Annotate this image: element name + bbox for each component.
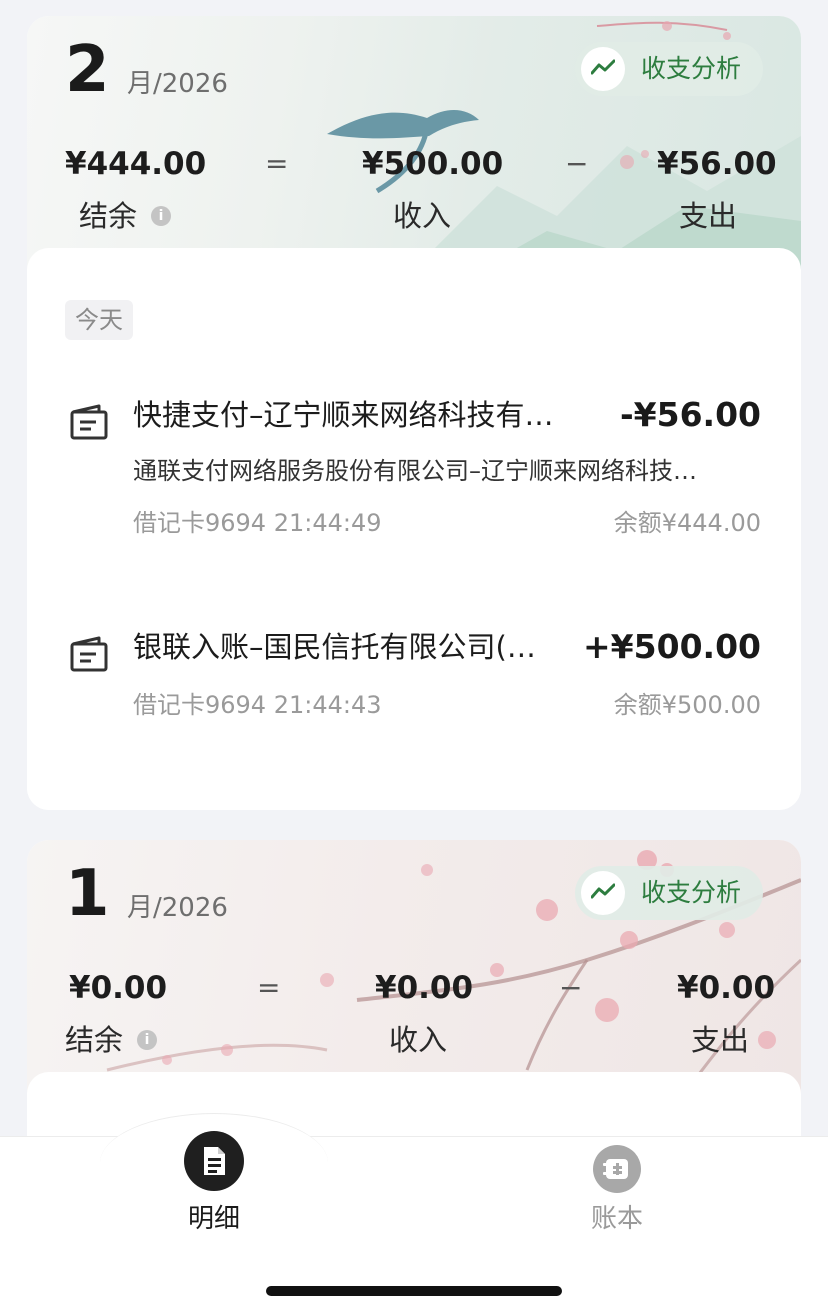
transaction-description: 通联支付网络服务股份有限公司–辽宁顺来网络科技…: [133, 457, 697, 485]
equals-sign: =: [265, 147, 289, 180]
transaction-card-time: 借记卡9694 21:44:49: [133, 509, 382, 537]
month-header-january: 1 月/2026 收支分析 ¥0.00 = ¥0.00 − ¥0.00 结余 i…: [27, 840, 801, 1100]
transaction-amount: +¥500.00: [583, 627, 761, 666]
balance-amount: ¥0.00: [69, 970, 168, 1006]
info-icon[interactable]: i: [151, 206, 171, 226]
month-card-january: 1 月/2026 收支分析 ¥0.00 = ¥0.00 − ¥0.00 结余 i…: [27, 840, 801, 1170]
trend-chart-icon: [581, 47, 625, 91]
transaction-card-time: 借记卡9694 21:44:43: [133, 691, 382, 719]
balance-label: 结余: [79, 199, 138, 233]
month-number: 1: [65, 857, 110, 931]
expense-label: 支出: [679, 199, 738, 233]
tab-label: 明细: [187, 1204, 240, 1234]
bill-detail-page: 2 月/2026 收支分析 ¥444.00 = ¥500.00 − ¥56.00…: [0, 0, 828, 1312]
equals-sign: =: [257, 971, 281, 1004]
tab-ledger[interactable]: 账本: [537, 1137, 697, 1257]
document-icon: [184, 1131, 244, 1191]
income-amount: ¥500.00: [362, 146, 504, 182]
month-card-february: 2 月/2026 收支分析 ¥444.00 = ¥500.00 − ¥56.00…: [27, 16, 801, 810]
tab-label: 账本: [590, 1204, 643, 1234]
month-header-february: 2 月/2026 收支分析 ¥444.00 = ¥500.00 − ¥56.00…: [27, 16, 801, 276]
transaction-amount: -¥56.00: [619, 395, 761, 434]
balance-amount: ¥444.00: [65, 146, 207, 182]
transaction-balance: 余额¥444.00: [613, 509, 761, 537]
transaction-list: 今天 快捷支付–辽宁顺来网络科技有… -¥56.00 通联支付网络服务股份有限公…: [27, 248, 801, 810]
analysis-label: 收支分析: [641, 878, 742, 907]
month-number: 2: [65, 33, 110, 107]
income-label: 收入: [393, 199, 452, 233]
transaction-title: 银联入账–国民信托有限公司(…: [133, 630, 536, 664]
minus-sign: −: [559, 971, 583, 1004]
month-year: 月/2026: [127, 69, 228, 99]
analysis-label: 收支分析: [641, 54, 742, 83]
transaction-balance: 余额¥500.00: [613, 691, 761, 719]
income-amount: ¥0.00: [375, 970, 474, 1006]
day-chip: 今天: [65, 300, 133, 340]
expense-amount: ¥56.00: [657, 146, 777, 182]
minus-sign: −: [565, 147, 589, 180]
balance-label: 结余: [65, 1023, 124, 1057]
transaction-item[interactable]: 快捷支付–辽宁顺来网络科技有… -¥56.00 通联支付网络服务股份有限公司–辽…: [27, 394, 801, 554]
income-expense-analysis-button[interactable]: 收支分析: [575, 866, 763, 920]
trend-chart-icon: [581, 871, 625, 915]
expense-amount: ¥0.00: [677, 970, 776, 1006]
income-expense-analysis-button[interactable]: 收支分析: [575, 42, 763, 96]
info-icon[interactable]: i: [137, 1030, 157, 1050]
transaction-title: 快捷支付–辽宁顺来网络科技有…: [133, 398, 554, 432]
transaction-item[interactable]: 银联入账–国民信托有限公司(… +¥500.00 借记卡9694 21:44:4…: [27, 626, 801, 736]
home-indicator: [266, 1286, 562, 1296]
receipt-icon: [70, 636, 108, 672]
month-year: 月/2026: [127, 893, 228, 923]
receipt-icon: [70, 404, 108, 440]
ledger-icon: [593, 1145, 641, 1193]
tab-detail[interactable]: 明细: [134, 1131, 294, 1257]
income-label: 收入: [389, 1023, 448, 1057]
expense-label: 支出: [691, 1023, 750, 1057]
